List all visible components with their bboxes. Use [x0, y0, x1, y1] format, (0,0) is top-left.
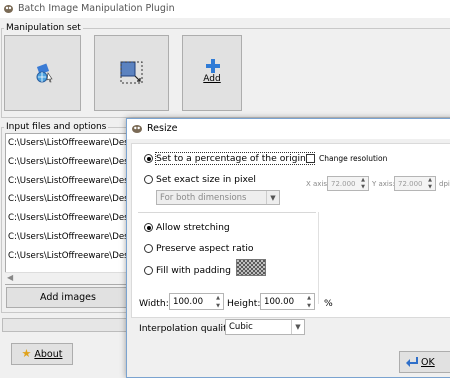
about-button[interactable]: ★ About: [11, 343, 73, 365]
resize-icon: [120, 61, 143, 84]
gimp-icon: [132, 125, 142, 133]
add-button-label: Add: [203, 74, 221, 84]
file-list-item[interactable]: C:\Users\ListOffreeware\Deskt: [6, 153, 131, 172]
height-spinner[interactable]: 100.00 ▲ ▼: [260, 293, 315, 310]
x-axis-spinner[interactable]: 72.000 ▲ ▼: [327, 176, 369, 191]
resize-dialog: Resize Set to a percentage of the origin…: [126, 118, 450, 378]
options-separator: [138, 212, 316, 213]
preserve-aspect-radio[interactable]: [144, 244, 153, 253]
percent-unit-label: %: [324, 298, 333, 309]
chevron-down-icon: ▼: [266, 191, 279, 204]
allow-stretching-label[interactable]: Allow stretching: [156, 222, 230, 233]
spinner-arrows-icon[interactable]: ▲ ▼: [214, 294, 222, 309]
interpolation-label: Interpolation quality: [139, 323, 233, 334]
plus-icon: [206, 59, 220, 73]
preserve-aspect-label[interactable]: Preserve aspect ratio: [156, 243, 254, 254]
ok-button[interactable]: OK: [399, 351, 450, 373]
percentage-radio[interactable]: [144, 154, 153, 163]
spinner-arrows-icon[interactable]: ▲ ▼: [305, 294, 313, 309]
progress-bar: [2, 318, 132, 332]
file-list-item[interactable]: C:\Users\ListOffreeware\Deskt: [6, 209, 131, 228]
y-axis-spinner[interactable]: 72.000 ▲ ▼: [394, 176, 436, 191]
spinner-arrows-icon[interactable]: ▲ ▼: [426, 177, 434, 190]
y-axis-value: 72.000: [398, 180, 423, 188]
app-title: Batch Image Manipulation Plugin: [18, 3, 175, 14]
manipulation-set-legend: Manipulation set: [4, 23, 83, 33]
add-images-button[interactable]: Add images: [6, 287, 130, 308]
manipulation-globe-button[interactable]: [4, 35, 81, 111]
add-manipulation-button[interactable]: Add: [182, 35, 242, 111]
change-resolution-label[interactable]: Change resolution: [319, 154, 387, 163]
width-value: 100.00: [173, 297, 204, 307]
ok-arrow-icon: [406, 357, 418, 367]
padding-color-swatch[interactable]: [236, 259, 266, 276]
file-list-item[interactable]: C:\Users\ListOffreeware\Deskt: [6, 172, 131, 191]
percentage-radio-label[interactable]: Set to a percentage of the original: [154, 152, 316, 165]
input-file-list[interactable]: C:\Users\ListOffreeware\Deskt C:\Users\L…: [5, 133, 132, 285]
change-resolution-checkbox[interactable]: [306, 154, 315, 163]
interpolation-select-value: Cubic: [229, 322, 253, 332]
file-list-hscrollbar[interactable]: ◀: [5, 272, 130, 284]
exact-size-radio[interactable]: [144, 175, 153, 184]
fill-padding-label[interactable]: Fill with padding: [156, 265, 231, 276]
height-label: Height:: [227, 298, 261, 309]
dimension-select-value: For both dimensions: [160, 193, 247, 203]
interpolation-select[interactable]: Cubic ▼: [225, 319, 305, 335]
x-axis-label: X axis:: [306, 180, 330, 188]
width-label: Width:: [139, 298, 169, 309]
x-axis-value: 72.000: [331, 180, 356, 188]
chevron-down-icon: ▼: [291, 320, 304, 334]
resize-dialog-title: Resize: [147, 123, 178, 134]
options-vertical-separator: [318, 212, 319, 304]
width-spinner[interactable]: 100.00 ▲ ▼: [169, 293, 224, 310]
input-files-legend: Input files and options: [4, 122, 109, 132]
app-titlebar: Batch Image Manipulation Plugin: [0, 0, 450, 18]
y-axis-label: Y axis:: [372, 180, 395, 188]
scroll-left-icon[interactable]: ◀: [7, 273, 13, 282]
height-value: 100.00: [264, 297, 295, 307]
globe-cursor-icon: [36, 63, 53, 83]
resize-options-panel: Set to a percentage of the original Chan…: [131, 143, 450, 318]
dpi-label: dpi: [439, 180, 450, 188]
ok-button-label: OK: [421, 357, 435, 368]
file-list-item[interactable]: C:\Users\ListOffreeware\Deskt: [6, 247, 131, 266]
resize-dialog-titlebar: Resize: [127, 119, 450, 139]
star-icon: ★: [21, 347, 32, 360]
allow-stretching-radio[interactable]: [144, 223, 153, 232]
file-list-item[interactable]: C:\Users\ListOffreeware\Deskt: [6, 190, 131, 209]
about-button-label: About: [34, 349, 63, 360]
file-list-item[interactable]: C:\Users\ListOffreeware\Deskt: [6, 134, 131, 153]
fill-padding-radio[interactable]: [144, 266, 153, 275]
dimension-select[interactable]: For both dimensions ▼: [156, 190, 280, 205]
gimp-icon: [4, 5, 13, 13]
spinner-arrows-icon[interactable]: ▲ ▼: [359, 177, 367, 190]
manipulation-resize-button[interactable]: [94, 35, 169, 111]
exact-size-radio-label[interactable]: Set exact size in pixel: [156, 174, 256, 185]
file-list-item[interactable]: C:\Users\ListOffreeware\Deskt: [6, 228, 131, 247]
